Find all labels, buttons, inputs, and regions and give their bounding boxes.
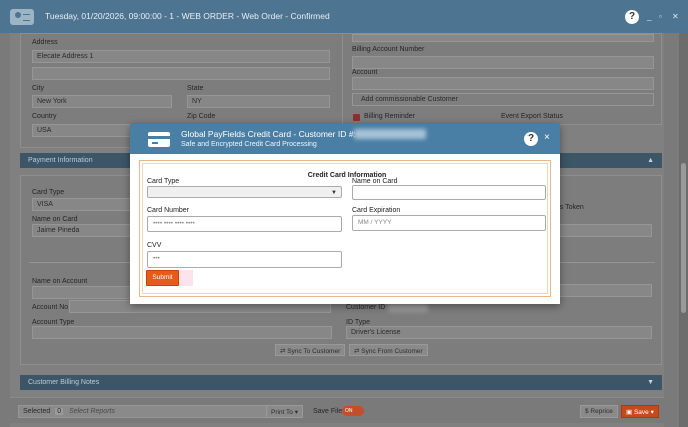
- close-window-icon[interactable]: ✕: [672, 12, 679, 21]
- customer-billing-notes-header[interactable]: Customer Billing Notes ▼: [20, 375, 662, 390]
- window-title: Tuesday, 01/20/2026, 09:00:00 - 1 - WEB …: [45, 11, 330, 21]
- sync-from-customer-button[interactable]: ⇄ Sync From Customer: [349, 344, 428, 356]
- state-label: State: [187, 85, 204, 92]
- billing-account-number-field[interactable]: [352, 56, 654, 69]
- title-bar: Tuesday, 01/20/2026, 09:00:00 - 1 - WEB …: [0, 0, 688, 33]
- cvv-label: CVV: [147, 242, 162, 249]
- billing-reminder-checkbox[interactable]: [353, 114, 360, 121]
- minimize-icon[interactable]: _: [647, 12, 651, 21]
- selected-label: Selected: [23, 408, 51, 415]
- print-to-button[interactable]: Print To ▾: [266, 405, 303, 418]
- card-type-label: Card Type: [147, 178, 180, 185]
- save-label: Save: [633, 409, 649, 416]
- submit-focus-halo: [179, 270, 193, 286]
- credit-card-form: Credit Card Information Card Type ▼ Name…: [142, 163, 548, 294]
- print-to-label: Print To: [271, 409, 293, 416]
- billing-account-number-label: Billing Account Number: [352, 46, 425, 53]
- chevron-down-icon[interactable]: ▼: [647, 379, 654, 386]
- name-on-account-label: Name on Account: [32, 278, 88, 285]
- city-field[interactable]: New York: [32, 95, 172, 108]
- modal-help-icon[interactable]: ?: [524, 132, 538, 146]
- chevron-up-icon[interactable]: ▲: [647, 157, 654, 164]
- caret-down-icon: ▾: [650, 409, 654, 416]
- name-on-card-label: Name on Card: [32, 216, 78, 223]
- reprice-button[interactable]: $ Reprice: [580, 405, 618, 418]
- account-field[interactable]: [352, 77, 654, 90]
- event-export-status-label: Event Export Status: [501, 113, 563, 120]
- app-contact-icon[interactable]: [10, 9, 34, 25]
- payment-information-title: Payment Information: [28, 157, 93, 164]
- cvv-input[interactable]: •••: [147, 251, 342, 268]
- selected-count: 0: [55, 408, 64, 415]
- sync-to-customer-button[interactable]: ⇄ Sync To Customer: [275, 344, 346, 356]
- credit-card-modal: Global PayFields Credit Card - Customer …: [130, 124, 560, 304]
- reports-select[interactable]: Selected 0 Select Reports: [18, 405, 268, 418]
- reprice-label: Reprice: [590, 408, 613, 415]
- help-icon[interactable]: ?: [625, 10, 639, 24]
- id-type-select[interactable]: Driver's License: [346, 326, 652, 339]
- zip-code-label: Zip Code: [187, 113, 216, 120]
- save-file-label: Save File: [313, 408, 343, 415]
- floppy-icon: ▣: [626, 409, 634, 416]
- billing-top-field[interactable]: [352, 34, 654, 42]
- save-button[interactable]: ▣ Save ▾: [621, 405, 659, 418]
- card-number-input[interactable]: •••• •••• •••• ••••: [147, 216, 342, 232]
- customer-billing-notes-title: Customer Billing Notes: [28, 379, 100, 386]
- caret-down-icon: ▼: [331, 190, 337, 196]
- sync-to-customer-label: Sync To Customer: [287, 348, 341, 355]
- state-field[interactable]: NY: [187, 95, 330, 108]
- bottom-toolbar: Selected 0 Select Reports Print To ▾ Sav…: [10, 397, 664, 423]
- vertical-scrollbar[interactable]: [679, 33, 688, 427]
- scrollbar-thumb[interactable]: [681, 163, 686, 313]
- customer-id-redacted: [354, 129, 426, 139]
- address-label: Address: [32, 39, 58, 46]
- credit-card-icon: [148, 132, 170, 147]
- billing-reminder-label: Billing Reminder: [364, 113, 415, 120]
- maximize-icon[interactable]: ▫: [659, 12, 662, 21]
- modal-subtitle: Safe and Encrypted Credit Card Processin…: [181, 141, 317, 148]
- card-type-select[interactable]: ▼: [147, 186, 342, 198]
- account-no-label: Account No: [32, 304, 69, 311]
- customer-id-redacted: [388, 303, 428, 312]
- name-on-card-input[interactable]: [352, 185, 546, 200]
- token-field[interactable]: [552, 224, 652, 237]
- form-title: Credit Card Information: [307, 172, 387, 179]
- modal-title: Global PayFields Credit Card - Customer …: [181, 129, 356, 139]
- modal-header: Global PayFields Credit Card - Customer …: [130, 124, 560, 154]
- account-label: Account: [352, 69, 378, 76]
- billing-panel: Billing Account Number Account Add commi…: [342, 33, 662, 125]
- select-reports-placeholder: Select Reports: [69, 408, 115, 415]
- city-label: City: [32, 85, 45, 92]
- right-field[interactable]: [552, 284, 652, 297]
- address-field[interactable]: Elecate Address 1: [32, 50, 330, 63]
- commissionable-customer-select[interactable]: Add commissionable Customer: [352, 93, 654, 106]
- country-label: Country: [32, 113, 57, 120]
- name-on-card-field[interactable]: Jaime Pineda: [32, 224, 142, 237]
- credit-card-form-frame: Credit Card Information Card Type ▼ Name…: [139, 160, 551, 297]
- id-type-label: ID Type: [346, 319, 370, 326]
- card-type-label: Card Type: [32, 189, 65, 196]
- card-expiration-input[interactable]: MM / YYYY: [352, 215, 546, 231]
- card-number-label: Card Number: [147, 207, 190, 214]
- card-expiration-label: Card Expiration: [352, 207, 401, 214]
- sync-from-customer-label: Sync From Customer: [361, 348, 423, 355]
- card-type-field[interactable]: VISA: [32, 198, 142, 211]
- customer-id-label: Customer ID: [346, 304, 386, 311]
- address-line2-field[interactable]: [32, 67, 330, 80]
- caret-down-icon: ▾: [294, 409, 298, 416]
- modal-close-icon[interactable]: ×: [544, 132, 550, 143]
- account-type-select[interactable]: [32, 326, 332, 339]
- submit-button[interactable]: Submit: [146, 270, 179, 286]
- save-file-toggle[interactable]: ON: [342, 406, 364, 416]
- account-type-label: Account Type: [32, 319, 75, 326]
- name-on-card-label: Name on Card: [352, 178, 398, 185]
